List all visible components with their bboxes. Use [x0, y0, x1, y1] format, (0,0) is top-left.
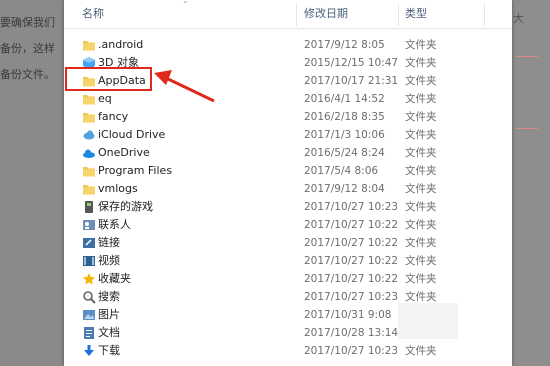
file-type: 文件夹 [405, 75, 437, 87]
file-explorer-window: ⌃ 名称 修改日期 类型 .android 2017/9/12 8:05 文件夹 3D… [64, 0, 512, 366]
background-right-panel [510, 0, 550, 366]
file-name: vmlogs [98, 182, 138, 195]
column-divider[interactable] [296, 4, 297, 26]
file-date: 2017/1/3 10:06 [304, 129, 385, 141]
column-header-type[interactable]: 类型 [405, 0, 427, 28]
file-name: .android [98, 38, 144, 51]
file-date: 2017/10/28 13:14 [304, 327, 399, 339]
file-list-item[interactable]: 链接 2017/10/27 10:22 文件夹 [64, 234, 512, 252]
file-list-item[interactable]: .android 2017/9/12 8:05 文件夹 [64, 36, 512, 54]
file-name: iCloud Drive [98, 128, 166, 141]
file-name: 保存的游戏 [98, 200, 153, 213]
file-type: 文件夹 [405, 93, 437, 105]
file-list-item[interactable]: 视频 2017/10/27 10:22 文件夹 [64, 252, 512, 270]
appdata-highlight-box [65, 67, 152, 91]
file-date: 2015/12/15 10:47 [304, 57, 399, 69]
background-text-line: 要确保我们 [0, 16, 55, 29]
red-arrow-icon [154, 70, 215, 103]
file-date: 2017/10/27 10:23 [304, 201, 399, 213]
folder-icon [82, 92, 96, 106]
videos-icon [82, 254, 96, 268]
file-type: 文件夹 [405, 183, 437, 195]
background-text-line: 备份，这样 [0, 42, 55, 55]
background-text-line: 备份文件。 [0, 68, 55, 81]
folder-icon [82, 164, 96, 178]
file-name: Program Files [98, 164, 173, 177]
file-list-item[interactable]: 收藏夹 2017/10/27 10:22 文件夹 [64, 270, 512, 288]
searches-icon [82, 290, 96, 304]
file-list-item[interactable]: Program Files 2017/5/4 8:06 文件夹 [64, 162, 512, 180]
folder-icon [82, 110, 96, 124]
file-type: 文件夹 [405, 129, 437, 141]
file-date: 2017/10/27 10:22 [304, 255, 399, 267]
column-header-bar: ⌃ 名称 修改日期 类型 [64, 0, 512, 29]
file-type: 文件夹 [405, 219, 437, 231]
file-name: 下载 [98, 344, 120, 357]
file-name: fancy [98, 110, 129, 123]
saved-games-icon [82, 200, 96, 214]
pictures-icon [82, 308, 96, 322]
file-date: 2017/5/4 8:06 [304, 165, 379, 177]
file-name: 文档 [98, 326, 120, 339]
contacts-icon [82, 218, 96, 232]
file-list-item[interactable]: vmlogs 2017/9/12 8:04 文件夹 [64, 180, 512, 198]
file-date: 2017/10/27 10:22 [304, 273, 399, 285]
file-date: 2017/10/31 9:08 [304, 309, 392, 321]
file-date: 2017/10/27 10:22 [304, 237, 399, 249]
column-header-name[interactable]: 名称 [82, 0, 104, 28]
file-list-item[interactable]: eq 2016/4/1 14:52 文件夹 [64, 90, 512, 108]
background-divider [516, 56, 538, 57]
file-date: 2016/5/24 8:24 [304, 147, 385, 159]
file-type: 文件夹 [405, 237, 437, 249]
file-name: 搜索 [98, 290, 120, 303]
downloads-icon [82, 344, 96, 358]
file-type: 文件夹 [405, 273, 437, 285]
column-divider[interactable] [398, 4, 399, 26]
favorites-icon [82, 272, 96, 286]
file-type: 文件夹 [405, 57, 437, 69]
file-date: 2017/10/27 10:23 [304, 291, 399, 303]
icloud-icon [82, 128, 96, 142]
file-list-item[interactable]: OneDrive 2016/5/24 8:24 文件夹 [64, 144, 512, 162]
column-header-date[interactable]: 修改日期 [304, 0, 348, 28]
file-date: 2016/4/1 14:52 [304, 93, 385, 105]
file-list-item[interactable]: 联系人 2017/10/27 10:22 文件夹 [64, 216, 512, 234]
documents-icon [82, 326, 96, 340]
folder-icon [82, 182, 96, 196]
background-right-text: 大 [513, 12, 524, 25]
file-name: eq [98, 92, 112, 105]
file-name: 收藏夹 [98, 272, 131, 285]
file-name: 联系人 [98, 218, 131, 231]
links-icon [82, 236, 96, 250]
file-list-item[interactable]: fancy 2016/2/18 8:35 文件夹 [64, 108, 512, 126]
file-list-item[interactable]: 保存的游戏 2017/10/27 10:23 文件夹 [64, 198, 512, 216]
blurred-region [398, 303, 458, 339]
file-date: 2017/10/27 10:22 [304, 219, 399, 231]
folder-icon [82, 38, 96, 52]
file-date: 2017/10/27 10:23 [304, 345, 399, 357]
file-date: 2017/9/12 8:05 [304, 39, 385, 51]
file-type: 文件夹 [405, 147, 437, 159]
file-type: 文件夹 [405, 255, 437, 267]
file-type: 文件夹 [405, 111, 437, 123]
file-date: 2017/9/12 8:04 [304, 183, 385, 195]
column-divider[interactable] [484, 4, 485, 26]
file-type: 文件夹 [405, 345, 437, 357]
onedrive-icon [82, 146, 96, 160]
file-list-item[interactable]: 下载 2017/10/27 10:23 文件夹 [64, 342, 512, 360]
sort-arrow-icon[interactable]: ⌃ [182, 0, 189, 9]
file-type: 文件夹 [405, 201, 437, 213]
file-type: 文件夹 [405, 39, 437, 51]
file-name: 图片 [98, 308, 120, 321]
file-list-item[interactable]: iCloud Drive 2017/1/3 10:06 文件夹 [64, 126, 512, 144]
file-name: 链接 [98, 236, 120, 249]
file-name: 视频 [98, 254, 120, 267]
file-date: 2017/10/17 21:31 [304, 75, 399, 87]
file-type: 文件夹 [405, 165, 437, 177]
background-divider [516, 128, 538, 129]
file-name: OneDrive [98, 146, 150, 159]
file-date: 2016/2/18 8:35 [304, 111, 385, 123]
